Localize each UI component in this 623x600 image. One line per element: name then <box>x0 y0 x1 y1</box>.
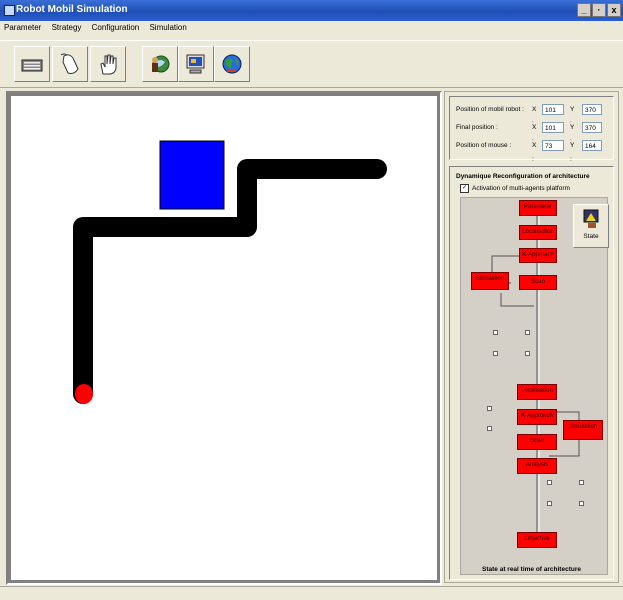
mouse-position-label: Position of mouse : <box>456 142 512 149</box>
simulation-scene <box>73 140 387 404</box>
agent-label-kapproach: K-Approach <box>522 252 554 258</box>
mouse-x-field[interactable]: 73 <box>542 140 564 151</box>
earth-icon <box>222 54 242 74</box>
agent-block-kapproach[interactable]: K-Approach <box>519 248 557 263</box>
state-icon <box>583 209 599 228</box>
multi-agent-checkbox[interactable]: ✓ Activation of multi-agents platform <box>460 184 570 193</box>
checkbox-box[interactable]: ✓ <box>460 184 469 193</box>
robot-y-field[interactable]: 370 <box>582 104 602 115</box>
agent-block-simulation-2[interactable]: Simulation <box>563 420 603 440</box>
agent-label-localisation-2: Localisation <box>521 388 553 394</box>
menu-parameter[interactable]: Parameter <box>4 21 41 35</box>
architecture-diagram: Parameter Localisation K-Approach Simula… <box>460 197 609 575</box>
position-group: Position of mobil robot : X : 101 Y : 37… <box>449 96 614 163</box>
agent-dot <box>487 426 492 431</box>
mouse-x-label: X : <box>532 142 537 163</box>
window-controls: _ · x <box>577 3 621 17</box>
simulation-canvas[interactable] <box>11 96 437 580</box>
agent-dot <box>547 480 552 485</box>
architecture-title: Dynamique Reconfiguration of architectur… <box>456 173 590 180</box>
status-bar <box>0 586 623 600</box>
checkbox-label: Activation of multi-agents platform <box>472 185 570 192</box>
mouse-y-field[interactable]: 164 <box>582 140 602 151</box>
simulation-canvas-frame <box>6 91 442 585</box>
agent-label-analysis: Analysis <box>525 462 549 468</box>
keyboard-icon <box>21 59 43 72</box>
agent-button[interactable] <box>142 46 178 82</box>
agent-dot <box>493 330 498 335</box>
agent-dot <box>547 501 552 506</box>
mouse-icon <box>60 53 79 74</box>
window-title: Robot Mobil Simulation <box>16 4 128 15</box>
final-position-label: Final position : <box>456 124 498 131</box>
robot-position-label: Position of mobil robot : <box>456 106 524 113</box>
agent-label-objective: Objective <box>524 536 550 542</box>
menu-strategy[interactable]: Strategy <box>52 21 82 35</box>
agent-block-simulation[interactable]: Simulation <box>471 272 509 290</box>
menu-bar: Parameter Strategy Configuration Simulat… <box>0 21 623 35</box>
hand-icon <box>100 54 117 75</box>
hand-button[interactable] <box>90 46 126 82</box>
agent-block-localisation-2[interactable]: Localisation <box>517 384 557 400</box>
app-icon <box>4 5 15 16</box>
agent-label-scan-2: Scan <box>530 438 544 444</box>
maximize-button[interactable]: · <box>592 3 606 17</box>
agent-block-scan-2[interactable]: Scan <box>517 434 557 450</box>
agent-dot <box>525 330 530 335</box>
mouse-y-label: Y : <box>570 142 575 163</box>
robot-marker <box>75 384 93 404</box>
agent-block-kapproach-2[interactable]: K-Approach <box>517 409 557 425</box>
agent-block-parameter[interactable]: Parameter <box>519 200 557 216</box>
final-y-field[interactable]: 370 <box>582 122 602 133</box>
obstacle-square <box>159 140 225 210</box>
agent-block-analysis[interactable]: Analysis <box>517 458 557 474</box>
state-button-label: State <box>583 233 599 240</box>
toolbar <box>0 40 623 88</box>
agent-label-scan: Scan <box>531 279 545 285</box>
monitor-button[interactable] <box>178 46 214 82</box>
agent-label-parameter: Parameter <box>523 204 552 210</box>
agent-label-simulation-2: Simulation <box>568 424 597 430</box>
minimize-button[interactable]: _ <box>577 3 591 17</box>
agent-dot <box>579 480 584 485</box>
agent-label-localisation: Localisation <box>522 229 554 235</box>
earth-button[interactable] <box>214 46 250 82</box>
close-button[interactable]: x <box>607 3 621 17</box>
upper-sim-link-2 <box>500 293 534 307</box>
globe-person-icon <box>152 55 170 73</box>
agent-dot <box>525 351 530 356</box>
agent-dot <box>487 406 492 411</box>
agent-dot <box>579 501 584 506</box>
agent-label-kapproach-2: K-Approach <box>521 413 553 419</box>
side-panel: Position of mobil robot : X : 101 Y : 37… <box>444 91 619 583</box>
agent-label-simulation: Simulation <box>475 276 504 282</box>
architecture-footer: State at real time of architecture <box>482 566 581 573</box>
menu-configuration[interactable]: Configuration <box>92 21 140 35</box>
monitor-icon <box>186 54 205 74</box>
title-bar: Robot Mobil Simulation _ · x <box>0 0 623 21</box>
state-button[interactable]: State <box>573 204 609 248</box>
agent-block-localisation[interactable]: Localisation <box>519 225 557 240</box>
keyboard-button[interactable] <box>14 46 50 82</box>
agent-dot <box>493 351 498 356</box>
architecture-group: Dynamique Reconfiguration of architectur… <box>449 166 614 580</box>
agent-block-objective[interactable]: Objective <box>517 532 557 548</box>
mouse-button[interactable] <box>52 46 88 82</box>
final-x-field[interactable]: 101 <box>542 122 564 133</box>
robot-x-field[interactable]: 101 <box>542 104 564 115</box>
menu-simulation[interactable]: Simulation <box>149 21 186 35</box>
agent-block-scan[interactable]: Scan <box>519 275 557 290</box>
robot-path <box>73 159 387 404</box>
